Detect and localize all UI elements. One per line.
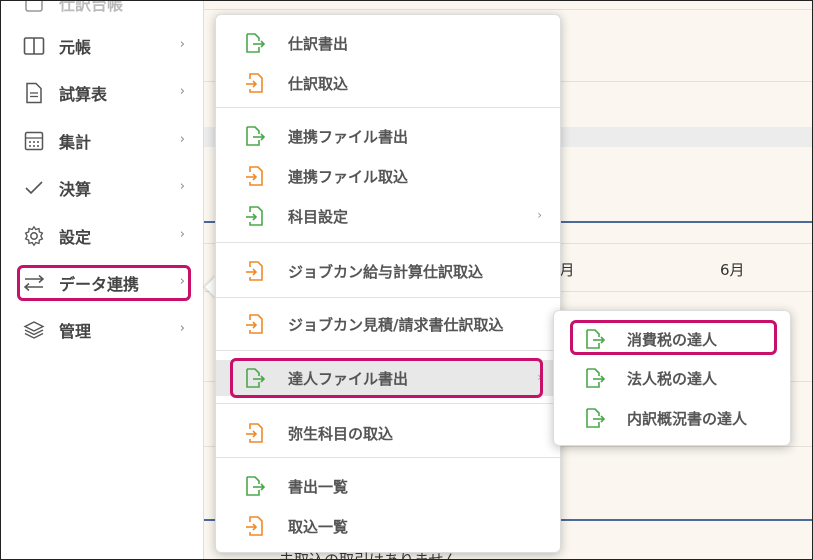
menu-item-yayoi-account-import[interactable]: 弥生科目の取込 [216,415,560,451]
menu-item-label: 書出一覧 [288,478,349,496]
menu-item-label: 仕訳書出 [288,35,349,53]
menu-item-integration-file-import[interactable]: 連携ファイル取込 [216,158,560,194]
menu-item-label: 連携ファイル取込 [288,168,409,186]
menu-divider [216,297,560,298]
submenu-item-corporate-tax[interactable]: 法人税の達人 [554,360,790,396]
gear-icon [23,225,45,247]
sidebar-item-ledger[interactable]: 元帳 › [23,26,193,66]
submenu-item-label: 法人税の達人 [627,370,718,388]
sidebar-item-label: 集計 [59,133,92,152]
sidebar-item-label: 試算表 [59,85,108,104]
menu-divider [216,457,560,458]
document-icon [23,82,45,104]
import-file-icon [246,261,263,281]
menu-item-label: 仕訳取込 [288,75,349,93]
menu-item-jobcan-payroll-import[interactable]: ジョブカン給与計算仕訳取込 [216,253,560,289]
menu-item-import-list[interactable]: 取込一覧 [216,508,560,544]
submenu-item-breakdown-overview[interactable]: 内訳概況書の達人 [554,400,790,436]
sidebar-item-closing[interactable]: 決算 › [23,168,193,208]
import-file-icon [246,516,263,536]
highlight-box-tatsujin-export [230,358,543,398]
chevron-right-icon: › [537,208,542,222]
sidebar-item-admin[interactable]: 管理 › [23,310,193,350]
sidebar-item-label: 仕訳台帳 [59,0,124,14]
menu-item-jobcan-invoice-import[interactable]: ジョブカン見積/請求書仕訳取込 [216,306,560,342]
chevron-right-icon: › [179,179,185,194]
menu-item-export-list[interactable]: 書出一覧 [216,468,560,504]
export-file-icon [246,33,266,53]
menu-item-label: 科目設定 [288,208,349,226]
menu-divider [216,403,560,404]
export-file-icon [586,368,606,388]
import-file-green-icon [246,206,263,226]
sidebar-item-label: 管理 [59,322,92,341]
import-file-icon [246,166,263,186]
menu-item-label: ジョブカン見積/請求書仕訳取込 [288,316,504,334]
empty-state-text: 未取込の取引はありません [279,551,459,560]
menu-item-label: 弥生科目の取込 [288,425,394,443]
menu-item-label: ジョブカン給与計算仕訳取込 [288,263,484,281]
menu-divider [216,350,560,351]
sidebar-item-label: 元帳 [59,38,92,57]
menu-divider [216,242,560,243]
document-icon [23,1,45,14]
checkmark-icon [23,177,45,199]
menu-item-account-settings[interactable]: 科目設定 › [216,198,560,234]
highlight-box-data-integration [17,265,191,301]
sidebar-item-trial-balance[interactable]: 試算表 › [23,73,193,113]
export-file-icon [246,126,266,146]
highlight-box-consumption-tax [570,320,777,355]
sidebar-item-ledger-top[interactable]: 仕訳台帳 [23,0,193,23]
import-file-icon [246,423,263,443]
import-file-icon [246,73,263,93]
app-window: 5月 6月 仕訳台帳 元帳 › 試算表 › 集計 › 決算 › 設定 › データ… [0,0,813,560]
chevron-right-icon: › [179,227,185,242]
menu-item-journal-export[interactable]: 仕訳書出 [216,25,560,61]
data-integration-menu: 仕訳書出 仕訳取込 連携ファイル書出 連携ファイル取込 科目設定 › ジョブカン… [215,14,561,553]
sidebar-item-label: 決算 [59,180,92,199]
book-columns-icon [23,35,45,57]
export-file-icon [246,476,266,496]
sidebar-item-label: 設定 [59,228,92,247]
menu-item-label: 連携ファイル書出 [288,128,409,146]
chevron-right-icon: › [179,132,185,147]
calculator-icon [23,130,45,152]
import-file-icon [246,314,263,334]
column-header-june: 6月 [720,261,745,279]
sidebar-item-settings[interactable]: 設定 › [23,216,193,256]
menu-item-integration-file-export[interactable]: 連携ファイル書出 [216,118,560,154]
chevron-right-icon: › [179,37,185,52]
chevron-right-icon: › [179,321,185,336]
submenu-item-label: 内訳概況書の達人 [627,410,748,428]
menu-item-label: 取込一覧 [288,518,349,536]
sidebar-item-summary[interactable]: 集計 › [23,121,193,161]
layers-icon [23,319,45,341]
menu-item-journal-import[interactable]: 仕訳取込 [216,65,560,101]
menu-divider [216,107,560,108]
chevron-right-icon: › [179,84,185,99]
export-file-icon [586,408,606,428]
